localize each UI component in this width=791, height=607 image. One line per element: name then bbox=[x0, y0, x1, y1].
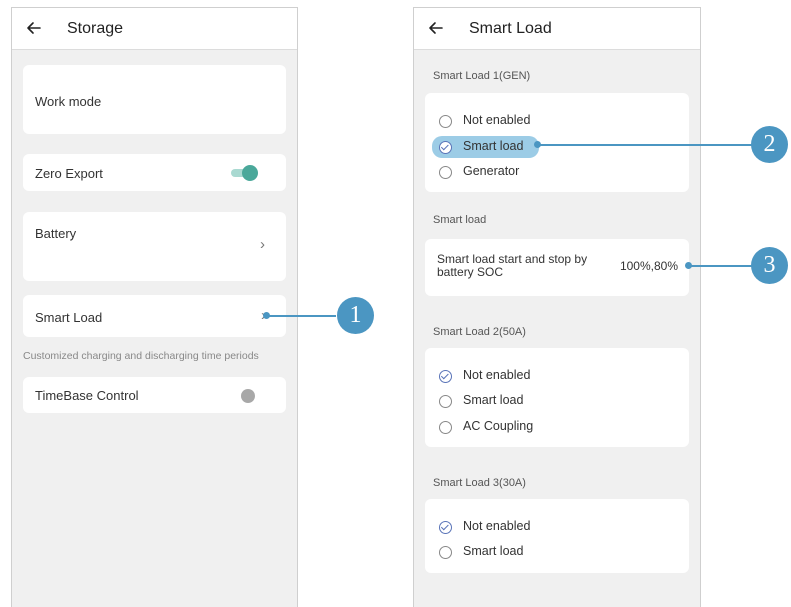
callout-3-badge: 3 bbox=[751, 247, 788, 284]
chevron-right-icon: › bbox=[260, 236, 265, 253]
toggle-knob bbox=[242, 165, 258, 181]
soc-setting-item[interactable]: Smart load start and stop by battery SOC… bbox=[425, 239, 689, 296]
radio-button bbox=[439, 166, 452, 179]
app-bar: Storage bbox=[12, 8, 297, 50]
smart-load-screen: Smart Load Smart Load 1(GEN) Not enabled… bbox=[413, 7, 701, 607]
smart-load-1-heading: Smart Load 1(GEN) bbox=[433, 70, 531, 82]
back-arrow-icon[interactable] bbox=[428, 21, 443, 35]
radio-label: Generator bbox=[463, 164, 520, 178]
battery-item[interactable]: Battery › bbox=[23, 212, 286, 281]
callout-2-line bbox=[537, 144, 752, 146]
storage-screen: Storage Work mode Zero Export Battery › … bbox=[11, 7, 298, 607]
smart-load-3-heading: Smart Load 3(30A) bbox=[433, 477, 526, 489]
zero-export-item: Zero Export bbox=[23, 154, 286, 191]
radio-button-checked bbox=[439, 521, 452, 534]
radio-label: Smart load bbox=[463, 139, 524, 153]
soc-setting-label: Smart load start and stop by battery SOC bbox=[437, 252, 588, 279]
work-mode-label: Work mode bbox=[35, 94, 102, 109]
smart-load-2-options: Not enabled Smart load AC Coupling bbox=[425, 348, 689, 447]
zero-export-label: Zero Export bbox=[35, 166, 103, 181]
radio-label: Smart load bbox=[463, 544, 524, 558]
radio-button bbox=[439, 421, 452, 434]
callout-2-badge: 2 bbox=[751, 126, 788, 163]
timebase-control-item: TimeBase Control bbox=[23, 377, 286, 413]
smart-load-label: Smart Load bbox=[35, 310, 103, 325]
work-mode-item[interactable]: Work mode bbox=[23, 65, 286, 134]
radio-label: AC Coupling bbox=[463, 419, 534, 433]
zero-export-toggle[interactable] bbox=[231, 165, 261, 181]
smart-load-section-heading: Smart load bbox=[433, 214, 487, 226]
radio-button-checked bbox=[439, 141, 452, 154]
radio-label: Smart load bbox=[463, 393, 524, 407]
page-title: Smart Load bbox=[469, 20, 552, 37]
callout-1-line bbox=[266, 315, 336, 317]
battery-label: Battery bbox=[35, 226, 77, 241]
smart-load-1-options: Not enabled Smart load Generator bbox=[425, 93, 689, 192]
page-title: Storage bbox=[67, 20, 124, 37]
app-bar: Smart Load bbox=[414, 8, 700, 50]
radio-label: Not enabled bbox=[463, 368, 531, 382]
callout-1-badge: 1 bbox=[337, 297, 374, 334]
radio-button-checked bbox=[439, 370, 452, 383]
back-arrow-icon[interactable] bbox=[26, 21, 41, 35]
radio-button bbox=[439, 115, 452, 128]
smart-load-3-options: Not enabled Smart load bbox=[425, 499, 689, 573]
radio-label: Not enabled bbox=[463, 519, 531, 533]
timebase-control-label: TimeBase Control bbox=[35, 388, 139, 403]
timebase-toggle[interactable] bbox=[241, 389, 255, 403]
soc-setting-value: 100%,80% bbox=[619, 259, 678, 273]
smart-load-2-heading: Smart Load 2(50A) bbox=[433, 326, 526, 338]
smart-load-item[interactable]: Smart Load › bbox=[23, 295, 286, 337]
radio-button bbox=[439, 546, 452, 559]
timebase-description: Customized charging and discharging time… bbox=[23, 350, 259, 362]
radio-label: Not enabled bbox=[463, 113, 531, 127]
radio-button bbox=[439, 395, 452, 408]
callout-3-line bbox=[688, 265, 752, 267]
